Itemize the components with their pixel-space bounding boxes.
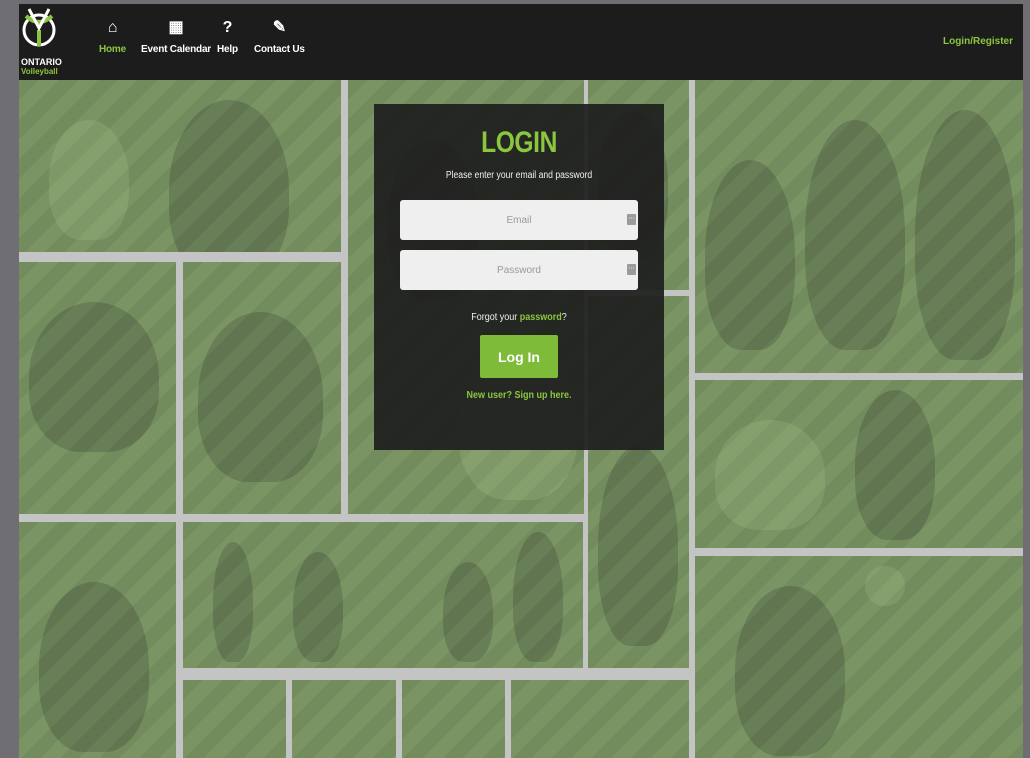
logo-wordmark: ONTARIO Volleyball — [21, 57, 62, 77]
forgot-password-link[interactable]: password — [520, 312, 562, 323]
email-field[interactable] — [400, 200, 638, 240]
logo-mark-icon — [22, 8, 56, 47]
logo-line-ontario: ONTARIO — [21, 57, 62, 67]
password-field-wrapper: ⋯ — [400, 250, 638, 290]
calculator-icon: ▦ — [168, 19, 184, 36]
forgot-suffix: ? — [561, 312, 567, 323]
password-field[interactable] — [400, 250, 638, 290]
ontario-volleyball-logo[interactable]: ONTARIO Volleyball — [21, 6, 62, 78]
login-register-link[interactable]: Login/Register — [943, 36, 1013, 47]
nav-label-help: Help — [217, 44, 238, 55]
nav-label-contact-us: Contact Us — [254, 44, 305, 55]
signup-link[interactable]: New user? Sign up here. — [389, 390, 650, 401]
login-title: LOGIN — [481, 126, 557, 159]
forgot-prefix: Forgot your — [471, 312, 518, 323]
keyboard-icon[interactable]: ⋯ — [627, 214, 636, 225]
nav-label-home: Home — [99, 44, 126, 55]
forgot-password-text: Forgot your password? — [389, 312, 650, 323]
login-subtitle: Please enter your email and password — [445, 170, 593, 181]
top-navbar: ONTARIO Volleyball ⌂ Home ▦ Event Calend… — [19, 4, 1023, 80]
log-in-button[interactable]: Log In — [480, 335, 558, 378]
home-icon: ⌂ — [107, 19, 118, 36]
nav-label-event-calendar: Event Calendar — [141, 44, 212, 55]
email-field-wrapper: ⋯ — [400, 200, 638, 240]
nav-item-event-calendar[interactable]: ▦ Event Calendar — [141, 18, 211, 55]
nav-item-contact-us[interactable]: ✎ Contact Us — [254, 18, 305, 55]
page-frame: ONTARIO Volleyball ⌂ Home ▦ Event Calend… — [19, 4, 1023, 758]
logo-line-volleyball: Volleyball — [21, 67, 58, 76]
keyboard-icon[interactable]: ⋯ — [627, 264, 636, 275]
pencil-icon: ✎ — [272, 19, 286, 36]
nav-item-home[interactable]: ⌂ Home — [99, 18, 126, 55]
question-icon: ? — [222, 19, 233, 36]
login-panel: LOGIN Please enter your email and passwo… — [374, 104, 664, 450]
nav-item-help[interactable]: ? Help — [217, 18, 238, 55]
